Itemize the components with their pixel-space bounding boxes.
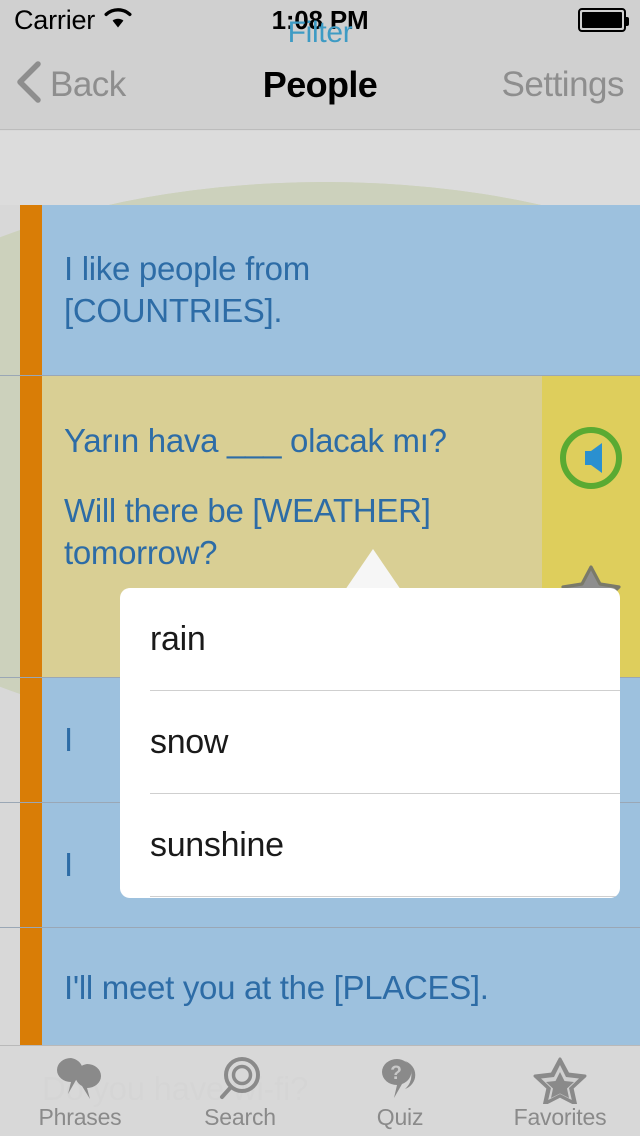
- app-screen: Carrier 1:08 PM Back People Settings Fil…: [0, 0, 640, 1136]
- tab-phrases[interactable]: Phrases: [0, 1046, 160, 1136]
- translation-line-1: Will there be [WEATHER]: [64, 492, 431, 530]
- row-color-stripe: [20, 205, 42, 375]
- phrase-line: I like people from: [64, 249, 310, 287]
- navigation-bar: Back People Settings: [0, 40, 640, 130]
- popover-option-rain[interactable]: rain: [120, 588, 620, 691]
- list-item[interactable]: I'll meet you at the [PLACES].: [0, 927, 640, 1046]
- list-item[interactable]: I like people from [COUNTRIES].: [0, 205, 640, 375]
- phrase-line: I: [64, 845, 73, 883]
- tab-label-favorites: Favorites: [513, 1103, 607, 1130]
- phrase-line: [COUNTRIES].: [64, 292, 283, 329]
- popover-arrow: [345, 549, 401, 590]
- speaker-icon[interactable]: [558, 425, 624, 496]
- options-popover[interactable]: rain snow sunshine: [120, 588, 620, 898]
- translation-line-2: tomorrow?: [64, 534, 218, 572]
- filter-button[interactable]: Filter: [0, 16, 640, 50]
- speech-bubbles-icon: [54, 1056, 106, 1102]
- row-color-stripe: [20, 928, 42, 1046]
- tab-search[interactable]: Search: [160, 1046, 320, 1136]
- popover-option-sunshine[interactable]: sunshine: [120, 794, 620, 897]
- row-content[interactable]: I like people from [COUNTRIES].: [42, 205, 640, 375]
- row-color-stripe: [20, 678, 42, 802]
- svg-text:?: ?: [390, 1063, 402, 1084]
- row-content[interactable]: I'll meet you at the [PLACES].: [42, 928, 640, 1046]
- row-color-stripe: [20, 803, 42, 927]
- phrase-line: I'll meet you at the [PLACES].: [64, 969, 489, 1007]
- tab-quiz[interactable]: ? Quiz: [320, 1046, 480, 1136]
- settings-button[interactable]: Settings: [502, 65, 640, 105]
- tab-label-quiz: Quiz: [376, 1103, 424, 1130]
- tab-bar: Phrases Search ? Quiz Favorites: [0, 1045, 640, 1136]
- magnifier-icon: [215, 1056, 265, 1102]
- source-phrase-text: Yarın hava ___ olacak mı?: [64, 422, 447, 459]
- phrase-line: I: [64, 720, 73, 758]
- tab-label-phrases: Phrases: [38, 1103, 122, 1130]
- question-bubble-icon: ?: [375, 1056, 425, 1102]
- popover-option-snow[interactable]: snow: [120, 691, 620, 794]
- row-color-stripe: [20, 376, 42, 677]
- tab-favorites[interactable]: Favorites: [480, 1046, 640, 1136]
- star-outline-icon: [533, 1056, 587, 1105]
- tab-label-search: Search: [204, 1103, 276, 1130]
